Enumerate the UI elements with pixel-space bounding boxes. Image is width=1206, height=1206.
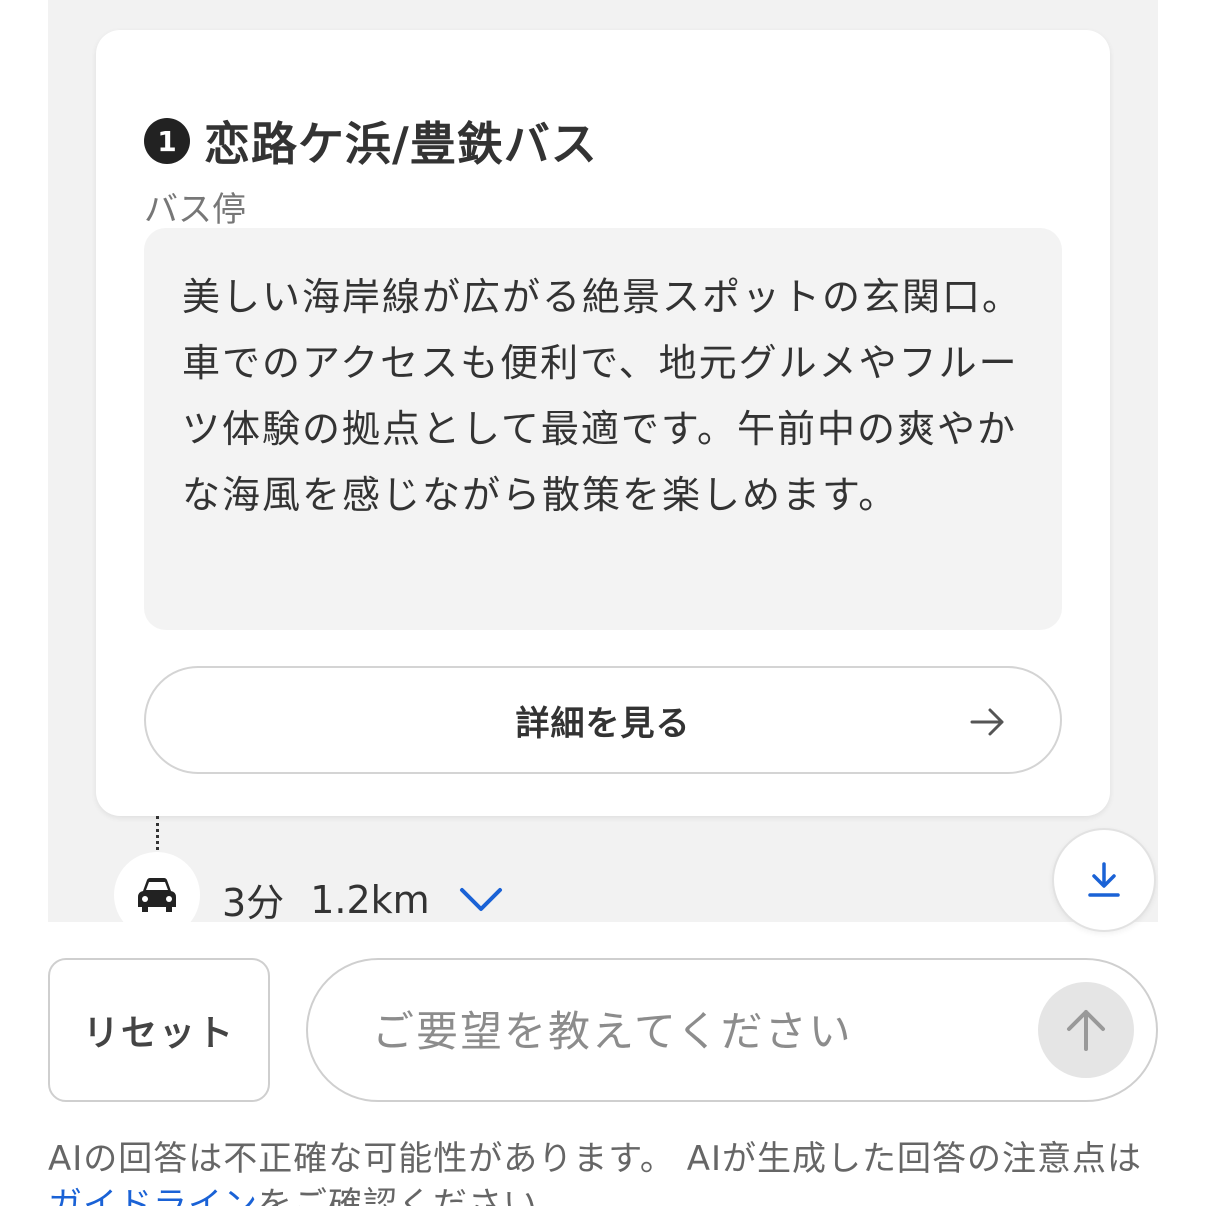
reset-button[interactable]: リセット [48,958,270,1102]
route-distance: 1.2km [310,877,430,922]
spot-title: 恋路ケ浜/豊鉄バス [204,117,598,171]
guideline-link[interactable]: ガイドライン [48,1185,258,1206]
chevron-down-icon[interactable] [458,885,504,915]
arrow-up-icon [1067,1010,1105,1051]
route-plan-scroll-area[interactable]: 1 恋路ケ浜/豊鉄バス バス停 美しい海岸線が広がる絶景スポットの玄関口。車での… [48,0,1158,922]
route-segment-info: 3分 1.2km [222,872,504,922]
transport-mode-badge [114,852,200,922]
route-time: 3分 [222,881,285,922]
disclaimer-text-end: をご確認ください。 [258,1185,573,1206]
chat-input-container [306,958,1158,1102]
view-details-label: 詳細を見る [515,703,691,744]
download-icon [1088,862,1120,897]
spot-card: 1 恋路ケ浜/豊鉄バス バス停 美しい海岸線が広がる絶景スポットの玄関口。車での… [96,30,1110,816]
spot-header: 1 恋路ケ浜/豊鉄バス [144,108,598,174]
route-connector-line [156,816,159,856]
spot-description: 美しい海岸線が広がる絶景スポットの玄関口。車でのアクセスも便利で、地元グルメやフ… [182,275,1023,517]
ai-disclaimer: AIの回答は不正確な可能性があります。 AIが生成した回答の注意点はガイドライン… [48,1136,1168,1206]
page: 1 恋路ケ浜/豊鉄バス バス停 美しい海岸線が広がる絶景スポットの玄関口。車での… [0,0,1206,1206]
spot-category: バス停 [144,190,246,230]
spot-description-box: 美しい海岸線が広がる絶景スポットの玄関口。車でのアクセスも便利で、地元グルメやフ… [144,228,1062,630]
spot-number-badge: 1 [144,118,190,164]
disclaimer-text: AIの回答は不正確な可能性があります。 AIが生成した回答の注意点は [48,1139,1142,1179]
arrow-right-icon [970,708,1004,736]
car-icon [138,878,176,912]
download-button[interactable] [1052,828,1156,932]
view-details-button[interactable]: 詳細を見る [144,666,1062,774]
request-input[interactable] [370,990,1014,1072]
send-button[interactable] [1038,982,1134,1078]
